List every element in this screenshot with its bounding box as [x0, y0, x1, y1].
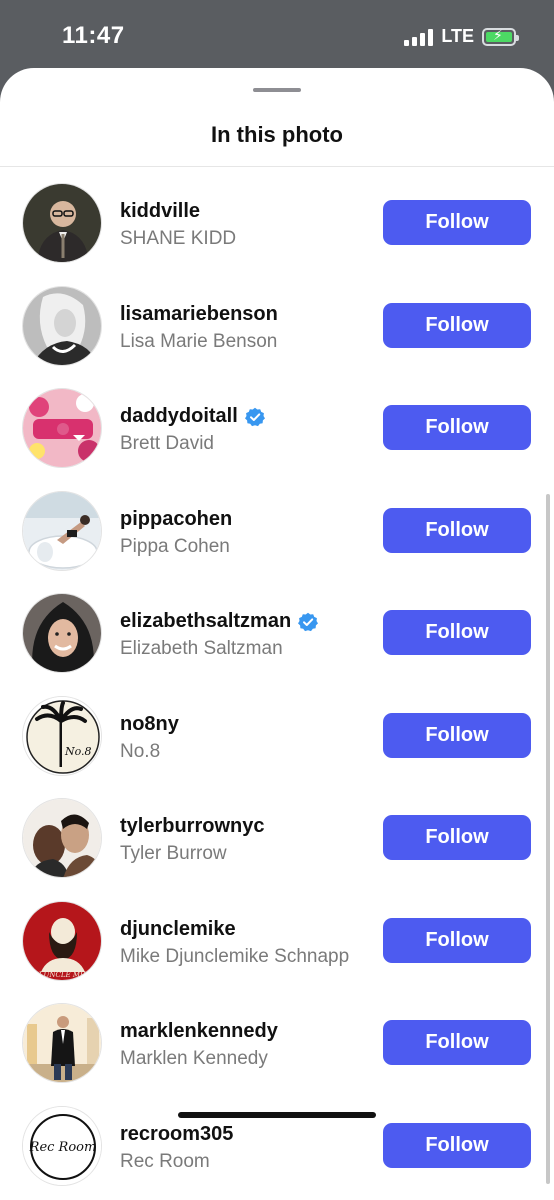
follow-button[interactable]: Follow — [383, 610, 531, 655]
network-label: LTE — [441, 26, 474, 46]
list-item[interactable]: elizabethsaltzman Elizabeth Saltzman Fol… — [0, 577, 554, 680]
status-indicators: LTE ⚡ — [404, 26, 519, 47]
avatar[interactable] — [22, 490, 102, 571]
verified-badge-icon — [298, 612, 319, 631]
full-name: Rec Room — [120, 1150, 210, 1172]
full-name: Pippa Cohen — [120, 535, 230, 557]
user-names: daddydoitall Brett David — [120, 405, 265, 455]
verified-badge-icon — [244, 407, 265, 426]
battery-icon: ⚡ — [482, 27, 519, 46]
avatar[interactable] — [22, 1003, 102, 1083]
avatar[interactable] — [22, 388, 102, 468]
username[interactable]: pippacohen — [120, 508, 232, 531]
username[interactable]: recroom305 — [120, 1123, 233, 1146]
avatar[interactable]: DJ UNCLE MIKE — [22, 900, 102, 981]
in-this-photo-sheet: In this photo kiddville SHANE KIDD Follo… — [0, 68, 554, 1200]
avatar[interactable] — [22, 183, 102, 263]
follow-button[interactable]: Follow — [383, 1020, 531, 1065]
avatar[interactable] — [22, 798, 102, 878]
user-names: no8ny No.8 — [120, 713, 179, 763]
avatar-label: Rec Room — [29, 1140, 97, 1155]
scrollbar[interactable] — [546, 494, 550, 1184]
follow-button[interactable]: Follow — [383, 507, 531, 553]
avatar[interactable] — [22, 285, 102, 366]
username[interactable]: tylerburrownyc — [120, 815, 264, 838]
user-names: kiddville SHANE KIDD — [120, 200, 236, 250]
user-names: recroom305 Rec Room — [120, 1123, 233, 1173]
signal-icon — [404, 28, 434, 46]
avatar[interactable]: Rec Room — [22, 1105, 102, 1186]
full-name: Elizabeth Saltzman — [120, 638, 283, 659]
list-item[interactable]: Rec Room recroom305 Rec Room Follow — [0, 1090, 554, 1193]
sheet-grabber-handle[interactable] — [253, 88, 301, 92]
list-item[interactable]: pippacohen Pippa Cohen Follow — [0, 475, 554, 578]
full-name: Tyler Burrow — [120, 843, 227, 864]
list-item[interactable]: No.8 no8ny No.8 Follow — [0, 680, 554, 783]
full-name: Brett David — [120, 433, 214, 454]
user-names: elizabethsaltzman Elizabeth Saltzman — [120, 610, 319, 660]
follow-button[interactable]: Follow — [383, 405, 531, 450]
username[interactable]: djunclemike — [120, 918, 236, 941]
avatar[interactable]: No.8 — [22, 695, 102, 776]
full-name: Marklen Kennedy — [120, 1048, 268, 1069]
follow-button[interactable]: Follow — [383, 1122, 531, 1168]
full-name: No.8 — [120, 740, 161, 762]
avatar[interactable] — [22, 593, 102, 673]
user-names: pippacohen Pippa Cohen — [120, 508, 232, 558]
avatar-label: No.8 — [64, 745, 92, 758]
list-item[interactable]: kiddville SHANE KIDD Follow — [0, 167, 554, 270]
username[interactable]: elizabethsaltzman — [120, 610, 291, 633]
list-item[interactable]: lisamariebenson Lisa Marie Benson Follow — [0, 270, 554, 373]
username[interactable]: marklenkennedy — [120, 1020, 278, 1043]
user-names: djunclemike Mike Djunclemike Schnapp — [120, 918, 349, 968]
username[interactable]: lisamariebenson — [120, 303, 278, 326]
sheet-title: In this photo — [211, 122, 343, 147]
follow-button[interactable]: Follow — [383, 917, 531, 963]
user-names: lisamariebenson Lisa Marie Benson — [120, 303, 278, 353]
list-item[interactable]: daddydoitall Brett David Follow — [0, 372, 554, 475]
list-item[interactable]: tylerburrownyc Tyler Burrow Follow — [0, 782, 554, 885]
follow-button[interactable]: Follow — [383, 200, 531, 245]
status-bar: 11:47 LTE ⚡ — [0, 0, 554, 68]
status-time: 11:47 — [62, 22, 125, 49]
full-name: Mike Djunclemike Schnapp — [120, 945, 350, 967]
username[interactable]: daddydoitall — [120, 405, 238, 428]
avatar-label: DJ UNCLE MIKE — [32, 971, 93, 979]
list-item[interactable]: DJ UNCLE MIKE djunclemike Mike Djunclemi… — [0, 885, 554, 988]
home-indicator[interactable] — [178, 1112, 376, 1118]
follow-button[interactable]: Follow — [383, 302, 531, 348]
full-name: Lisa Marie Benson — [120, 330, 278, 352]
user-names: tylerburrownyc Tyler Burrow — [120, 815, 264, 865]
follow-button[interactable]: Follow — [383, 712, 531, 758]
username[interactable]: no8ny — [120, 713, 179, 736]
full-name: SHANE KIDD — [120, 228, 237, 249]
username[interactable]: kiddville — [120, 200, 200, 223]
user-names: marklenkennedy Marklen Kennedy — [120, 1020, 278, 1070]
people-list: kiddville SHANE KIDD Follow lisamarieben… — [0, 167, 554, 1192]
follow-button[interactable]: Follow — [383, 815, 531, 860]
list-item[interactable]: marklenkennedy Marklen Kennedy Follow — [0, 987, 554, 1090]
